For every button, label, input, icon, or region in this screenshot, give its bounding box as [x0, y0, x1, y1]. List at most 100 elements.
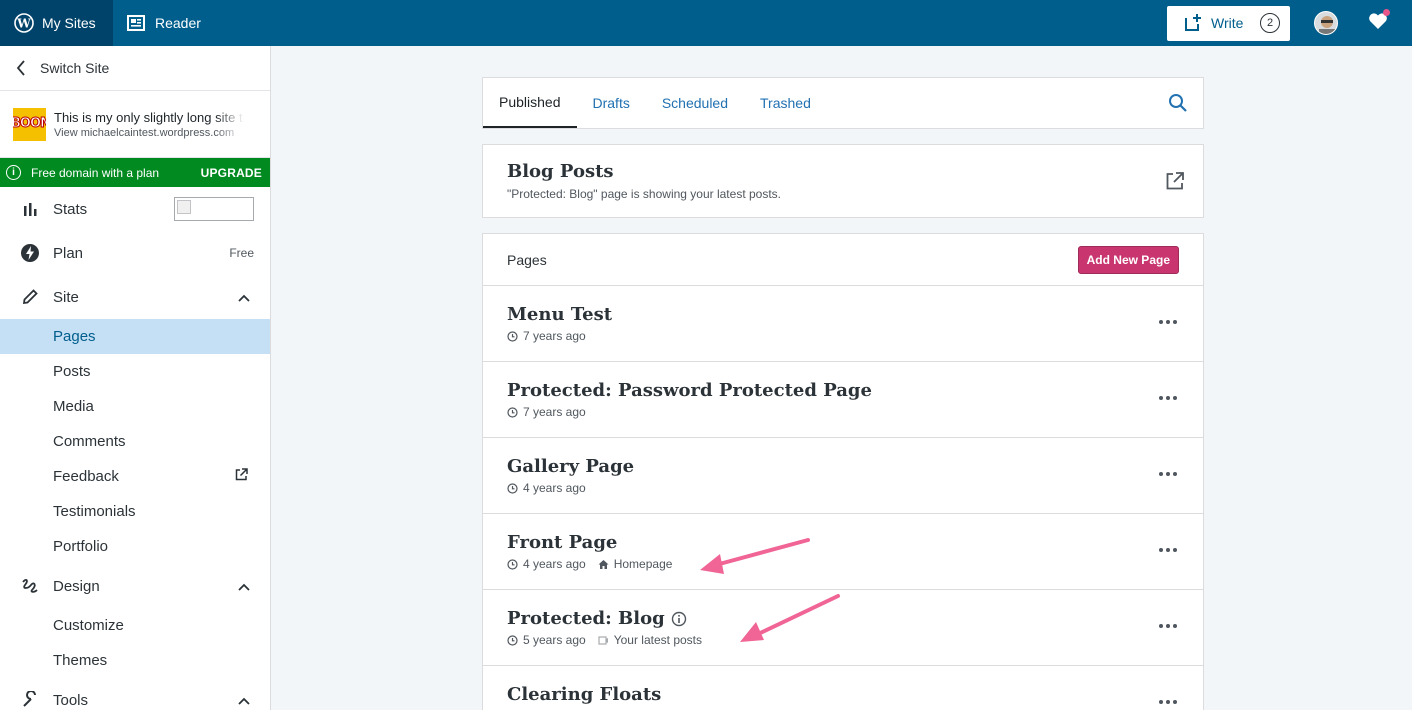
switch-site-label: Switch Site: [40, 60, 110, 76]
upgrade-link[interactable]: UPGRADE: [201, 166, 262, 180]
svg-text:W: W: [16, 17, 31, 31]
sidebar-item-comments[interactable]: Comments: [0, 424, 270, 459]
tab-drafts[interactable]: Drafts: [577, 78, 646, 128]
site-icon: BOOM: [13, 107, 46, 141]
page-title[interactable]: Protected: Password Protected Page: [507, 380, 1179, 401]
sidebar-item-stats[interactable]: Stats: [0, 187, 270, 231]
more-actions-button[interactable]: [1159, 320, 1177, 324]
add-new-page-button[interactable]: Add New Page: [1077, 245, 1179, 274]
design-icon: [20, 577, 40, 595]
blog-posts-subtitle: "Protected: Blog" page is showing your l…: [507, 187, 782, 201]
page-meta: 4 years ago: [507, 481, 1179, 495]
blog-posts-title: Blog Posts: [507, 161, 614, 182]
free-domain-upsell[interactable]: i Free domain with a plan UPGRADE: [0, 158, 270, 187]
site-url-link[interactable]: View michaelcaintest.wordpress.com: [54, 127, 244, 139]
clock-icon: [507, 482, 518, 494]
page-row[interactable]: Front Page 4 years ago Homepage: [483, 514, 1203, 590]
info-icon[interactable]: [671, 611, 687, 627]
site-label: Site: [53, 288, 79, 306]
page-row[interactable]: Clearing Floats: [483, 666, 1203, 710]
sidebar-item-portfolio[interactable]: Portfolio: [0, 529, 270, 564]
search-button[interactable]: [1168, 78, 1188, 128]
blog-posts-card[interactable]: Blog Posts "Protected: Blog" page is sho…: [482, 144, 1204, 218]
page-row[interactable]: Menu Test 7 years ago: [483, 286, 1203, 362]
pages-list-header: Pages Add New Page: [483, 234, 1203, 286]
page-title[interactable]: Menu Test: [507, 304, 1179, 325]
sidebar-item-pages[interactable]: Pages: [0, 319, 270, 354]
more-actions-button[interactable]: [1159, 624, 1177, 628]
sidebar-item-customize[interactable]: Customize: [0, 608, 270, 643]
clock-icon: [507, 330, 518, 342]
write-icon: [1185, 14, 1201, 31]
tab-scheduled[interactable]: Scheduled: [646, 78, 744, 128]
chevron-up-icon: [238, 578, 250, 595]
home-icon: [598, 559, 609, 569]
pencil-icon: [20, 288, 40, 306]
my-sites-label: My Sites: [42, 15, 96, 31]
my-sites-button[interactable]: W My Sites: [0, 0, 113, 46]
sidebar-item-design[interactable]: Design: [0, 564, 270, 608]
sidebar-item-site[interactable]: Site: [0, 275, 270, 319]
stats-label: Stats: [53, 200, 88, 218]
chevron-up-icon: [238, 289, 250, 306]
page-time: 7 years ago: [523, 329, 586, 343]
page-row[interactable]: Gallery Page 4 years ago: [483, 438, 1203, 514]
more-actions-button[interactable]: [1159, 548, 1177, 552]
page-title[interactable]: Front Page: [507, 532, 1179, 553]
annotation-arrow-homepage: [700, 538, 810, 574]
tab-trashed[interactable]: Trashed: [744, 78, 827, 128]
more-actions-button[interactable]: [1159, 396, 1177, 400]
page-row[interactable]: Protected: Password Protected Page 7 yea…: [483, 362, 1203, 438]
current-site-card[interactable]: BOOM This is my only slightly long site …: [0, 91, 270, 158]
page-title[interactable]: Gallery Page: [507, 456, 1179, 477]
homepage-badge-label: Homepage: [613, 557, 673, 571]
switch-site-button[interactable]: Switch Site: [0, 46, 270, 91]
sidebar-item-tools[interactable]: Tools: [0, 678, 270, 710]
site-info: This is my only slightly long site title…: [54, 110, 244, 139]
write-label: Write: [1211, 15, 1244, 31]
site-icon-text: BOOM: [13, 115, 46, 131]
sidebar-item-posts[interactable]: Posts: [0, 354, 270, 389]
sidebar-item-plan[interactable]: Plan Free: [0, 231, 270, 275]
more-actions-button[interactable]: [1159, 472, 1177, 476]
tab-published[interactable]: Published: [483, 78, 577, 128]
avatar-icon: [1319, 16, 1335, 34]
sidebar-item-themes[interactable]: Themes: [0, 643, 270, 678]
clock-icon: [507, 634, 518, 646]
reader-button[interactable]: Reader: [113, 0, 215, 46]
page-time: 4 years ago: [523, 481, 586, 495]
tools-label: Tools: [53, 691, 89, 709]
stats-sparkline-image: [174, 197, 254, 221]
plan-bolt-icon: [20, 243, 40, 263]
pages-header-label: Pages: [507, 251, 547, 268]
notification-dot: [1383, 8, 1390, 16]
site-title: This is my only slightly long site title: [54, 109, 244, 125]
search-icon: [1169, 94, 1187, 112]
reader-label: Reader: [155, 15, 201, 31]
upsell-text: Free domain with a plan: [31, 165, 160, 180]
info-icon: i: [6, 165, 21, 180]
more-actions-button[interactable]: [1159, 700, 1177, 704]
page-meta: 4 years ago Homepage: [507, 557, 1179, 571]
latest-posts-badge-label: Your latest posts: [613, 633, 702, 647]
sidebar-item-feedback[interactable]: Feedback: [0, 459, 270, 494]
user-avatar[interactable]: [1314, 11, 1338, 35]
latest-posts-badge: Your latest posts: [598, 633, 702, 647]
page-time: 4 years ago: [523, 557, 586, 571]
page-meta: 7 years ago: [507, 329, 1179, 343]
chevron-left-icon: [16, 60, 25, 76]
plan-tag: Free: [229, 246, 254, 260]
feedback-label: Feedback: [53, 468, 119, 485]
notifications-button[interactable]: [1368, 8, 1390, 35]
sidebar-item-media[interactable]: Media: [0, 389, 270, 424]
chevron-up-icon: [238, 692, 250, 709]
page-status-tabs: Published Drafts Scheduled Trashed: [482, 77, 1204, 129]
external-link-icon[interactable]: [1165, 171, 1185, 196]
stats-icon: [20, 201, 40, 217]
page-time: 5 years ago: [523, 633, 586, 647]
page-title[interactable]: Clearing Floats: [507, 684, 1179, 705]
sidebar-item-testimonials[interactable]: Testimonials: [0, 494, 270, 529]
write-button[interactable]: Write 2: [1167, 5, 1290, 41]
masterbar: W My Sites Reader Write 2: [0, 0, 1412, 46]
design-label: Design: [53, 577, 100, 595]
